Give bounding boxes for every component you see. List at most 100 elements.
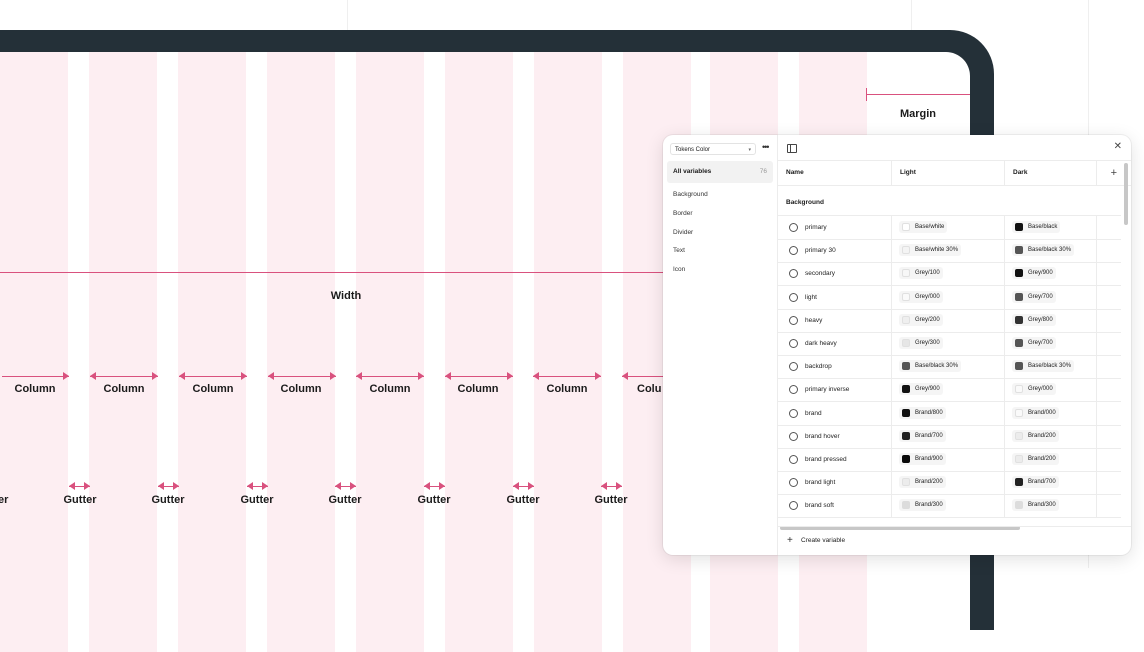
value-label: Grey/900 [1028,270,1053,277]
variable-row[interactable]: backdrop Base/black 30% Base/black 30% [778,355,1121,380]
value-label: Base/black 30% [915,363,959,370]
gutter-arrow [158,482,179,491]
value-dark[interactable]: Grey/700 [1012,290,1056,303]
cell-divider [891,424,892,448]
value-dark[interactable]: Brand/200 [1012,429,1059,442]
value-light[interactable]: Brand/200 [899,476,946,489]
variable-row[interactable]: dark heavy Grey/300 Grey/700 [778,332,1121,356]
value-label: Grey/700 [1028,340,1053,346]
value-light[interactable]: Base/black 30% [899,360,962,373]
value-label: Brand/700 [1028,479,1056,486]
value-dark[interactable]: Base/black [1012,221,1061,233]
column-arrow [268,372,336,381]
value-label: Grey/300 [915,340,940,346]
variable-row[interactable]: heavy Grey/200 Grey/800 [778,308,1121,333]
column-arrow [2,372,69,381]
color-swatch [902,431,910,440]
sidebar-toggle-icon[interactable] [787,144,797,153]
value-light[interactable]: Grey/000 [899,290,943,303]
cell-divider [1004,424,1005,448]
variable-row[interactable]: primary inverse Grey/900 Grey/000 [778,378,1121,403]
value-light[interactable]: Grey/300 [899,337,943,349]
add-mode-button[interactable]: + [1111,161,1117,185]
cell-divider [1004,448,1005,471]
value-dark[interactable]: Brand/200 [1012,453,1059,465]
variable-name: dark heavy [805,340,837,347]
variable-name: brand hover [805,432,840,440]
margin-tick [866,88,867,101]
variable-row[interactable]: brand pressed Brand/900 Brand/200 [778,448,1121,472]
cell-divider [1096,355,1097,379]
value-label: Base/black 30% [1028,247,1072,254]
vertical-scrollbar[interactable] [1124,163,1128,225]
value-dark[interactable]: Grey/900 [1012,267,1056,280]
width-label: Width [330,290,362,302]
value-light[interactable]: Base/white [899,221,948,233]
variable-row[interactable]: primary Base/white Base/black [778,216,1121,240]
margin-label: Margin [899,108,937,120]
table-header: Name Light Dark + [778,160,1131,186]
value-dark[interactable]: Base/black 30% [1012,360,1075,373]
variable-name: backdrop [805,363,832,371]
value-label: Base/black [1028,224,1058,230]
value-dark[interactable]: Grey/700 [1012,337,1056,349]
variable-row[interactable]: brand light Brand/200 Brand/700 [778,471,1121,496]
value-light[interactable]: Grey/200 [899,313,943,326]
value-label: Brand/200 [915,479,943,486]
create-variable-button[interactable]: Create variable [801,527,845,555]
sidebar-item-all-variables[interactable]: All variables 76 [667,161,773,183]
cell-divider [1004,378,1005,402]
value-light[interactable]: Brand/700 [899,429,946,442]
variable-row[interactable]: secondary Grey/100 Grey/900 [778,262,1121,287]
variable-row[interactable]: brand soft Brand/300 Brand/300 [778,494,1121,519]
value-dark[interactable]: Brand/700 [1012,476,1059,489]
sidebar-item-border[interactable]: Border [673,210,693,217]
value-light[interactable]: Grey/100 [899,267,943,280]
color-variable-icon [789,292,798,302]
color-swatch [902,223,910,231]
header-dark: Dark [1013,169,1028,176]
value-dark[interactable]: Brand/000 [1012,406,1059,419]
gutter-label: Gutter [240,494,274,506]
column-arrow [179,372,247,381]
color-variable-icon [789,455,798,464]
value-light[interactable]: Grey/900 [899,383,943,396]
value-light[interactable]: Base/white 30% [899,244,962,257]
variable-row[interactable]: brand hover Brand/700 Brand/200 [778,424,1121,449]
variable-row[interactable]: brand Brand/800 Brand/000 [778,401,1121,426]
cell-divider [891,285,892,309]
color-swatch [1015,223,1023,231]
chevron-down-icon: ▾ [748,147,751,153]
value-light[interactable]: Brand/900 [899,453,946,465]
sidebar-item-background[interactable]: Background [673,191,708,198]
close-icon[interactable]: ✕ [1114,141,1122,152]
variable-row[interactable]: primary 30 Base/white 30% Base/black 30% [778,239,1121,264]
color-swatch [902,478,910,487]
color-swatch [1015,385,1023,394]
margin-line [867,94,970,95]
sidebar-item-divider[interactable]: Divider [673,229,693,236]
variable-row[interactable]: light Grey/000 Grey/700 [778,285,1121,310]
table-footer: + Create variable [778,526,1131,555]
value-dark[interactable]: Brand/300 [1012,499,1059,512]
color-variable-icon [789,315,798,325]
value-label: Grey/800 [1028,316,1053,323]
cell-divider [1096,471,1097,495]
value-label: Grey/000 [915,293,940,300]
plus-icon[interactable]: + [787,527,793,555]
value-light[interactable]: Brand/800 [899,406,946,419]
more-options-icon[interactable]: ••• [762,142,770,152]
cell-divider [891,332,892,355]
value-light[interactable]: Brand/300 [899,499,946,512]
value-dark[interactable]: Grey/800 [1012,313,1056,326]
variable-name: brand light [805,479,836,487]
value-dark[interactable]: Base/black 30% [1012,244,1075,257]
column-arrow [90,372,158,381]
value-dark[interactable]: Grey/000 [1012,383,1056,396]
sidebar-item-text[interactable]: Text [673,247,685,254]
value-label: Grey/100 [915,270,940,277]
variable-name: secondary [805,270,835,278]
collection-select[interactable]: Tokens Color ▾ [670,143,756,155]
sidebar-item-icon[interactable]: Icon [673,266,685,273]
color-swatch [1015,269,1023,278]
